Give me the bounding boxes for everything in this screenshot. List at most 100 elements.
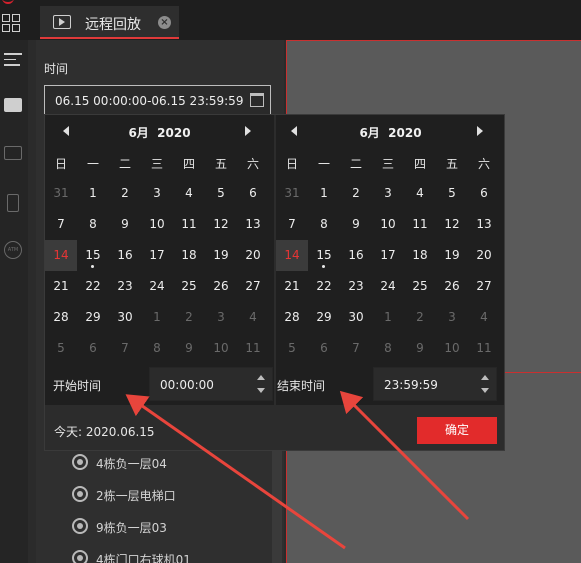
- calendar-day[interactable]: 7: [276, 209, 308, 240]
- calendar-day[interactable]: 4: [468, 302, 500, 333]
- calendar-day[interactable]: 23: [340, 271, 372, 302]
- calendar-day[interactable]: 21: [276, 271, 308, 302]
- tree-item-camera[interactable]: 9栋负一层03: [72, 518, 167, 536]
- calendar-day[interactable]: 27: [237, 271, 269, 302]
- year-label[interactable]: 2020: [388, 126, 421, 140]
- calendar-day[interactable]: 6: [308, 333, 340, 364]
- calendar-day[interactable]: 3: [205, 302, 237, 333]
- calendar-day[interactable]: 19: [205, 240, 237, 271]
- calendar-day[interactable]: 25: [173, 271, 205, 302]
- calendar-day[interactable]: 11: [237, 333, 269, 364]
- calendar-day[interactable]: 9: [173, 333, 205, 364]
- end-time-input[interactable]: 23:59:59: [373, 367, 497, 401]
- calendar-day[interactable]: 9: [109, 209, 141, 240]
- calendar-day[interactable]: 11: [468, 333, 500, 364]
- calendar-day[interactable]: 6: [468, 178, 500, 209]
- calendar-day[interactable]: 1: [77, 178, 109, 209]
- playback-nav-icon[interactable]: [4, 98, 22, 112]
- confirm-button[interactable]: 确定: [417, 417, 497, 444]
- calendar-icon[interactable]: [250, 93, 264, 107]
- spin-down-icon[interactable]: [481, 388, 489, 393]
- calendar-day[interactable]: 10: [141, 209, 173, 240]
- calendar-day[interactable]: 8: [77, 209, 109, 240]
- tree-item-camera[interactable]: 4栋门口右球机01: [72, 550, 191, 563]
- calendar-day[interactable]: 29: [77, 302, 109, 333]
- calendar-day[interactable]: 7: [45, 209, 77, 240]
- calendar-day[interactable]: 6: [237, 178, 269, 209]
- calendar-day[interactable]: 1: [141, 302, 173, 333]
- year-label[interactable]: 2020: [157, 126, 190, 140]
- calendar-day[interactable]: 23: [109, 271, 141, 302]
- calendar-day[interactable]: 10: [436, 333, 468, 364]
- calendar-day[interactable]: 8: [141, 333, 173, 364]
- calendar-day[interactable]: 20: [468, 240, 500, 271]
- calendar-day[interactable]: 12: [436, 209, 468, 240]
- calendar-day[interactable]: 10: [205, 333, 237, 364]
- calendar-day[interactable]: 19: [436, 240, 468, 271]
- calendar-day[interactable]: 28: [45, 302, 77, 333]
- calendar-day[interactable]: 30: [109, 302, 141, 333]
- tab-close-icon[interactable]: ×: [158, 16, 171, 29]
- today-link[interactable]: 今天: 2020.06.15: [54, 423, 155, 440]
- month-label[interactable]: 6月: [359, 126, 379, 140]
- calendar-day[interactable]: 15: [308, 240, 340, 271]
- tree-item-camera[interactable]: 2栋一层电梯口: [72, 486, 176, 504]
- calendar-day[interactable]: 26: [205, 271, 237, 302]
- calendar-day[interactable]: 9: [340, 209, 372, 240]
- calendar-day[interactable]: 24: [141, 271, 173, 302]
- calendar-day[interactable]: 8: [308, 209, 340, 240]
- calendar-day[interactable]: 14: [45, 240, 77, 271]
- spin-up-icon[interactable]: [257, 375, 265, 380]
- calendar-day[interactable]: 17: [372, 240, 404, 271]
- calendar-day[interactable]: 26: [436, 271, 468, 302]
- calendar-day[interactable]: 5: [205, 178, 237, 209]
- calendar-day[interactable]: 5: [45, 333, 77, 364]
- calendar-day[interactable]: 17: [141, 240, 173, 271]
- tree-item-camera[interactable]: 4栋负一层04: [72, 454, 167, 472]
- calendar-day[interactable]: 4: [237, 302, 269, 333]
- calendar-day[interactable]: 13: [237, 209, 269, 240]
- calendar-day[interactable]: 10: [372, 209, 404, 240]
- calendar-day[interactable]: 15: [77, 240, 109, 271]
- calendar-day[interactable]: 7: [340, 333, 372, 364]
- calendar-day[interactable]: 3: [372, 178, 404, 209]
- calendar-day[interactable]: 18: [404, 240, 436, 271]
- atm-icon[interactable]: ATM: [4, 241, 22, 259]
- calendar-day[interactable]: 6: [77, 333, 109, 364]
- month-label[interactable]: 6月: [128, 126, 148, 140]
- calendar-day[interactable]: 28: [276, 302, 308, 333]
- calendar-day[interactable]: 25: [404, 271, 436, 302]
- calendar-day[interactable]: 24: [372, 271, 404, 302]
- calendar-day[interactable]: 12: [205, 209, 237, 240]
- spin-down-icon[interactable]: [257, 388, 265, 393]
- calendar-day[interactable]: 14: [276, 240, 308, 271]
- calendar-day[interactable]: 4: [404, 178, 436, 209]
- calendar-day[interactable]: 30: [340, 302, 372, 333]
- calendar-day[interactable]: 16: [340, 240, 372, 271]
- event-list-icon[interactable]: [4, 146, 22, 160]
- calendar-day[interactable]: 2: [404, 302, 436, 333]
- calendar-day[interactable]: 1: [372, 302, 404, 333]
- calendar-day[interactable]: 21: [45, 271, 77, 302]
- calendar-day[interactable]: 16: [109, 240, 141, 271]
- calendar-day[interactable]: 5: [436, 178, 468, 209]
- start-time-input[interactable]: 00:00:00: [149, 367, 273, 401]
- next-month-icon[interactable]: [477, 126, 483, 136]
- calendar-day[interactable]: 2: [173, 302, 205, 333]
- calendar-day[interactable]: 9: [404, 333, 436, 364]
- calendar-day[interactable]: 13: [468, 209, 500, 240]
- calendar-day[interactable]: 31: [45, 178, 77, 209]
- calendar-day[interactable]: 1: [308, 178, 340, 209]
- calendar-day[interactable]: 31: [276, 178, 308, 209]
- calendar-day[interactable]: 20: [237, 240, 269, 271]
- storage-icon[interactable]: [7, 194, 19, 212]
- calendar-day[interactable]: 3: [141, 178, 173, 209]
- spin-up-icon[interactable]: [481, 375, 489, 380]
- app-grid-icon[interactable]: [2, 14, 20, 32]
- calendar-day[interactable]: 3: [436, 302, 468, 333]
- calendar-day[interactable]: 11: [173, 209, 205, 240]
- calendar-day[interactable]: 11: [404, 209, 436, 240]
- calendar-day[interactable]: 4: [173, 178, 205, 209]
- calendar-day[interactable]: 29: [308, 302, 340, 333]
- menu-icon[interactable]: [4, 53, 22, 69]
